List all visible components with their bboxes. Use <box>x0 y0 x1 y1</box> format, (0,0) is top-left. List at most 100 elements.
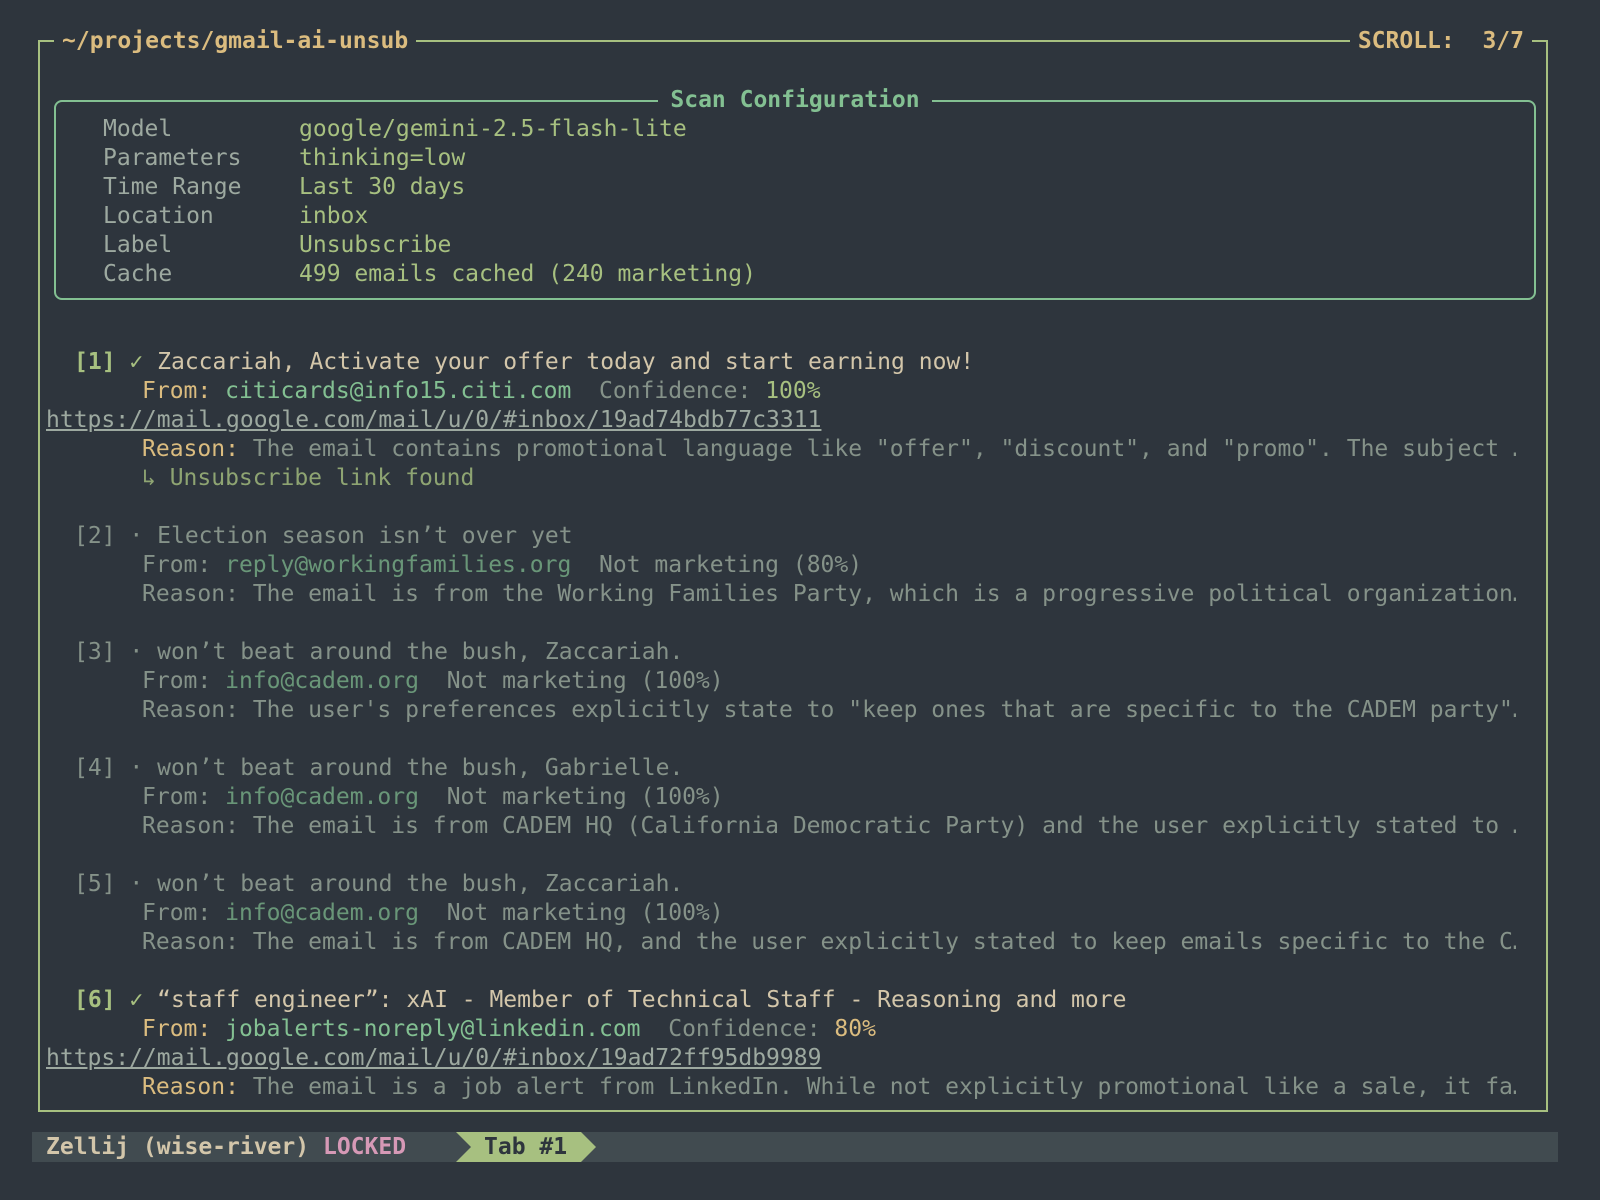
config-key: Location <box>103 203 214 229</box>
zellij-status-bar: Zellij (wise-river) LOCKED Tab #1 <box>32 1132 1558 1162</box>
email-sender: reply@workingfamilies.org <box>225 552 572 578</box>
verdict: Not marketing (100%) <box>446 900 724 926</box>
email-1-subject-line[interactable]: [1] ✓ Zaccariah, Activate your offer tod… <box>74 348 1534 377</box>
email-index: [6] <box>74 987 116 1013</box>
tab-1[interactable]: Tab #1 <box>456 1132 597 1162</box>
email-sender: citicards@info15.citi.com <box>225 378 572 404</box>
config-row-location: Location inbox <box>103 202 368 231</box>
pane-title: ~/projects/gmail-ai-unsub <box>54 27 417 55</box>
check-icon: ✓ <box>129 987 144 1013</box>
email-index: [2] <box>74 523 116 549</box>
dot-icon: · <box>129 523 144 549</box>
config-row-time-range: Time Range Last 30 days <box>103 173 465 202</box>
email-1-from-line: From: citicards@info15.citi.com Confiden… <box>142 377 1542 406</box>
email-4-reason-line: Reason: The email is from CADEM HQ (Cali… <box>142 812 1516 841</box>
verdict: Not marketing (100%) <box>446 784 724 810</box>
terminal-pane: ~/projects/gmail-ai-unsub SCROLL: 3/7 Sc… <box>38 27 1548 1112</box>
config-key: Cache <box>103 261 173 287</box>
verdict: Not marketing (80%) <box>599 552 863 578</box>
email-subject: won’t beat around the bush, Zaccariah. <box>157 871 684 897</box>
email-subject: won’t beat around the bush, Gabrielle. <box>157 755 684 781</box>
reason-label: Reason: <box>142 1074 239 1100</box>
config-row-cache: Cache 499 emails cached (240 marketing) <box>103 260 756 289</box>
from-label: From: <box>142 378 212 404</box>
email-5-from-line: From: info@cadem.org Not marketing (100%… <box>142 899 1542 928</box>
from-label: From: <box>142 900 212 926</box>
check-icon: ✓ <box>129 349 144 375</box>
email-4-from-line: From: info@cadem.org Not marketing (100%… <box>142 783 1542 812</box>
email-6-url[interactable]: https://mail.google.com/mail/u/0/#inbox/… <box>46 1044 1506 1073</box>
email-reason: The email is from CADEM HQ, and the user… <box>252 929 1516 955</box>
email-6-subject-line[interactable]: [6] ✓ “staff engineer”: xAI - Member of … <box>74 986 1534 1015</box>
email-index: [4] <box>74 755 116 781</box>
email-5-reason-line: Reason: The email is from CADEM HQ, and … <box>142 928 1516 957</box>
reason-label: Reason: <box>142 697 239 723</box>
config-title: Scan Configuration <box>658 87 932 113</box>
email-sender: info@cadem.org <box>225 784 419 810</box>
confidence-value: 100% <box>765 378 821 404</box>
email-link[interactable]: https://mail.google.com/mail/u/0/#inbox/… <box>46 1045 821 1071</box>
reason-label: Reason: <box>142 813 239 839</box>
from-label: From: <box>142 668 212 694</box>
email-reason: The email is from CADEM HQ (California D… <box>252 813 1516 839</box>
email-6-from-line: From: jobalerts-noreply@linkedin.com Con… <box>142 1015 1542 1044</box>
reason-label: Reason: <box>142 929 239 955</box>
from-label: From: <box>142 784 212 810</box>
config-title-wrap: Scan Configuration <box>56 86 1534 114</box>
email-sender: info@cadem.org <box>225 900 419 926</box>
email-reason: The email is from the Working Families P… <box>252 581 1516 607</box>
email-1-url[interactable]: https://mail.google.com/mail/u/0/#inbox/… <box>46 406 1506 435</box>
config-value: thinking=low <box>299 145 466 171</box>
email-sender: jobalerts-noreply@linkedin.com <box>225 1016 641 1042</box>
email-2-subject-line[interactable]: [2] · Election season isn’t over yet <box>74 522 1534 551</box>
email-index: [5] <box>74 871 116 897</box>
scan-configuration-panel: Scan Configuration Model google/gemini-2.… <box>54 87 1536 300</box>
config-row-parameters: Parameters thinking=low <box>103 144 465 173</box>
email-subject: “staff engineer”: xAI - Member of Techni… <box>157 987 1127 1013</box>
reason-label: Reason: <box>142 436 239 462</box>
verdict: Not marketing (100%) <box>446 668 724 694</box>
email-3-from-line: From: info@cadem.org Not marketing (100%… <box>142 667 1542 696</box>
email-6-reason-line: Reason: The email is a job alert from Li… <box>142 1073 1516 1102</box>
email-link[interactable]: https://mail.google.com/mail/u/0/#inbox/… <box>46 407 821 433</box>
email-4-subject-line[interactable]: [4] · won’t beat around the bush, Gabrie… <box>74 754 1534 783</box>
confidence-label: Confidence: <box>599 378 752 404</box>
email-2-from-line: From: reply@workingfamilies.org Not mark… <box>142 551 1542 580</box>
scroll-label: SCROLL: <box>1357 28 1455 54</box>
email-index: [1] <box>74 349 116 375</box>
email-reason: The email is a job alert from LinkedIn. … <box>252 1074 1516 1100</box>
unsubscribe-found: ↳ Unsubscribe link found <box>142 465 475 491</box>
dot-icon: · <box>129 755 144 781</box>
reason-label: Reason: <box>142 581 239 607</box>
scroll-value: 3/7 <box>1482 28 1524 54</box>
config-key: Label <box>103 232 173 258</box>
dot-icon: · <box>129 871 144 897</box>
from-label: From: <box>142 552 212 578</box>
email-5-subject-line[interactable]: [5] · won’t beat around the bush, Zaccar… <box>74 870 1534 899</box>
email-sender: info@cadem.org <box>225 668 419 694</box>
email-subject: won’t beat around the bush, Zaccariah. <box>157 639 684 665</box>
mode-locked: LOCKED <box>322 1134 407 1160</box>
config-row-model: Model google/gemini-2.5-flash-lite <box>103 115 687 144</box>
config-value: Unsubscribe <box>299 232 452 258</box>
confidence-value: 80% <box>834 1016 876 1042</box>
config-value: inbox <box>299 203 369 229</box>
email-reason: The user's preferences explicitly state … <box>252 697 1516 723</box>
config-value: Last 30 days <box>299 174 466 200</box>
email-3-subject-line[interactable]: [3] · won’t beat around the bush, Zaccar… <box>74 638 1534 667</box>
email-1-reason-line: Reason: The email contains promotional l… <box>142 435 1516 464</box>
email-reason: The email contains promotional language … <box>252 436 1516 462</box>
scroll-indicator: SCROLL: 3/7 <box>1349 27 1532 55</box>
email-subject: Zaccariah, Activate your offer today and… <box>157 349 975 375</box>
config-value: google/gemini-2.5-flash-lite <box>299 116 687 142</box>
confidence-label: Confidence: <box>668 1016 821 1042</box>
from-label: From: <box>142 1016 212 1042</box>
email-index: [3] <box>74 639 116 665</box>
session-name: Zellij (wise-river) <box>46 1134 310 1160</box>
dot-icon: · <box>129 639 144 665</box>
email-subject: Election season isn’t over yet <box>157 523 573 549</box>
config-row-label: Label Unsubscribe <box>103 231 451 260</box>
config-key: Parameters <box>103 145 242 171</box>
config-key: Model <box>103 116 173 142</box>
config-key: Time Range <box>103 174 242 200</box>
